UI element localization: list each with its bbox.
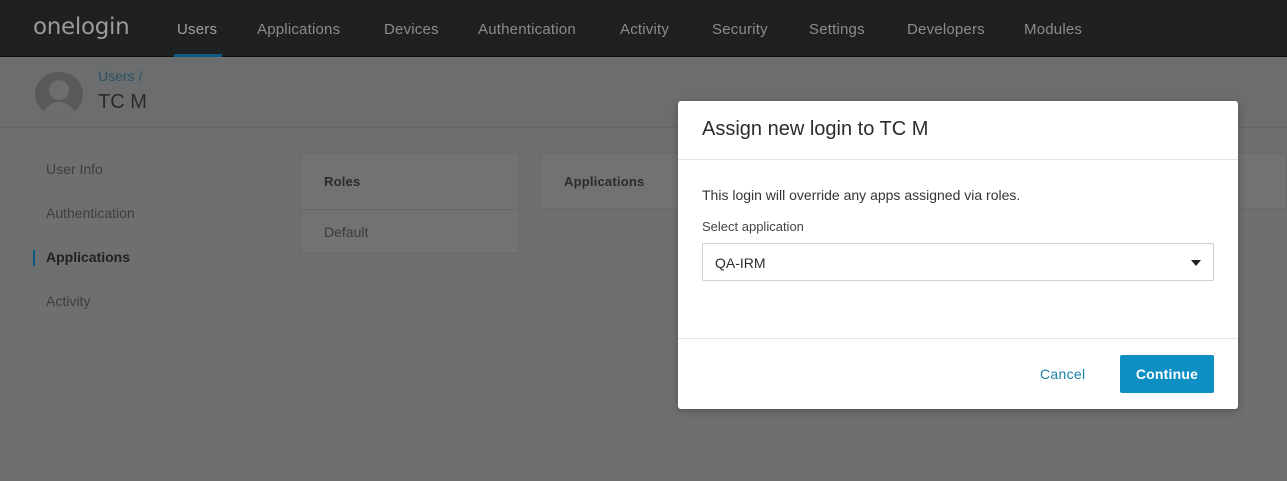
modal-title: Assign new login to TC M	[702, 118, 929, 140]
role-row-default: Default	[324, 224, 369, 240]
avatar-body-icon	[42, 102, 76, 116]
nav-modules[interactable]: Modules	[1024, 21, 1082, 38]
page-title: TC M	[98, 91, 147, 113]
nav-applications[interactable]: Applications	[257, 21, 340, 38]
sidebar-item-applications[interactable]: Applications	[46, 249, 130, 265]
breadcrumb-users-link[interactable]: Users /	[98, 68, 142, 84]
nav-users[interactable]: Users	[177, 21, 217, 38]
modal-header-divider	[678, 159, 1238, 160]
sidebar-item-authentication[interactable]: Authentication	[46, 205, 135, 221]
caret-down-icon	[1191, 260, 1201, 266]
sidebar-item-activity[interactable]: Activity	[46, 293, 90, 309]
sidebar-item-user-info[interactable]: User Info	[46, 161, 103, 177]
modal-message: This login will override any apps assign…	[702, 187, 1021, 203]
roles-panel-divider	[301, 209, 518, 210]
nav-developers[interactable]: Developers	[907, 21, 985, 38]
cancel-button[interactable]: Cancel	[1026, 355, 1099, 393]
avatar-head-icon	[49, 80, 69, 100]
top-nav-bar: onelogin Users Applications Devices Auth…	[0, 0, 1287, 57]
sidebar-active-marker	[33, 250, 35, 266]
select-application-dropdown[interactable]: QA-IRM	[702, 243, 1214, 281]
nav-settings[interactable]: Settings	[809, 21, 865, 38]
selected-application-value: QA-IRM	[715, 255, 766, 271]
assign-login-modal: Assign new login to TC M This login will…	[678, 101, 1238, 409]
continue-button[interactable]: Continue	[1120, 355, 1214, 393]
modal-footer-divider	[678, 338, 1238, 339]
nav-security[interactable]: Security	[712, 21, 768, 38]
select-application-label: Select application	[702, 219, 804, 234]
nav-authentication[interactable]: Authentication	[478, 21, 576, 38]
roles-panel: Roles Default	[300, 153, 519, 254]
avatar	[35, 72, 83, 116]
nav-devices[interactable]: Devices	[384, 21, 439, 38]
applications-panel-header: Applications	[564, 174, 645, 189]
roles-panel-header: Roles	[324, 174, 361, 189]
onelogin-logo[interactable]: onelogin	[33, 14, 130, 40]
nav-activity[interactable]: Activity	[620, 21, 669, 38]
